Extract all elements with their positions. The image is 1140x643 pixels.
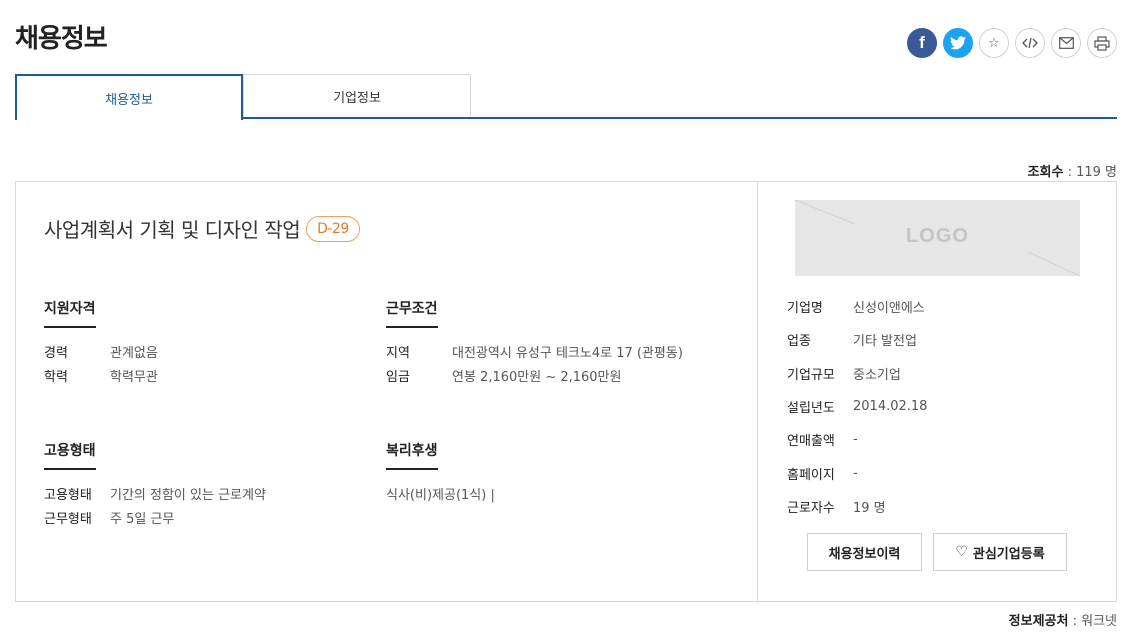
view-count-value: : 119 명	[1063, 165, 1117, 180]
row-key: 홈페이지	[787, 467, 835, 483]
facebook-icon[interactable]: f	[907, 28, 937, 58]
employment-section: 고용형태 고용형태 기간의 정함이 있는 근로계약 근무형태 주 5일 근무	[44, 440, 266, 532]
welfare-value: 식사(비)제공(1식) |	[386, 484, 495, 508]
page-title: 채용정보	[15, 24, 108, 54]
tab-bar: 채용정보 기업정보	[15, 74, 1117, 120]
job-detail-panel: 사업계획서 기획 및 디자인 작업 D-29 지원자격 경력 관계없음 학력 학력무…	[15, 181, 1117, 602]
row-key: 설립년도	[787, 401, 835, 417]
row-key: 지역	[386, 346, 410, 361]
employment-row: 고용형태 기간의 정함이 있는 근로계약	[44, 484, 266, 508]
row-value: 기간의 정함이 있는 근로계약	[110, 488, 266, 503]
tab-company-info[interactable]: 기업정보	[243, 74, 471, 117]
welfare-section: 복리후생 식사(비)제공(1식) |	[386, 440, 495, 508]
favorite-company-label: 관심기업등록	[972, 546, 1045, 562]
info-provider-value: : 워크넷	[1068, 614, 1117, 629]
company-info-row: 근로자수 19 명	[787, 490, 927, 523]
row-value: -	[853, 432, 858, 448]
row-value: 19 명	[853, 500, 886, 516]
conditions-row: 지역 대전광역시 유성구 테크노4로 17 (관평동)	[386, 342, 683, 366]
favorite-company-button[interactable]: ♡ 관심기업등록	[933, 533, 1067, 571]
conditions-heading: 근무조건	[386, 298, 438, 328]
star-icon[interactable]: ☆	[979, 28, 1009, 58]
tab-job-info[interactable]: 채용정보	[15, 74, 243, 120]
row-key: 연매출액	[787, 434, 835, 450]
heart-icon: ♡	[955, 544, 968, 560]
job-title: 사업계획서 기획 및 디자인 작업 D-29	[44, 214, 360, 243]
job-history-button[interactable]: 채용정보이력	[807, 533, 922, 571]
row-value: 식사(비)제공(1식) |	[386, 488, 495, 503]
job-title-text: 사업계획서 기획 및 디자인 작업	[44, 218, 301, 242]
row-value: 중소기업	[853, 367, 901, 383]
welfare-heading: 복리후생	[386, 440, 438, 470]
qualification-section: 지원자격 경력 관계없음 학력 학력무관	[44, 298, 158, 390]
company-info-row: 기업규모 중소기업	[787, 357, 927, 390]
company-info-row: 업종 기타 발전업	[787, 323, 927, 356]
row-value: 신성이앤에스	[853, 301, 925, 317]
twitter-icon[interactable]	[943, 28, 973, 58]
row-value: 주 5일 근무	[110, 512, 175, 527]
row-value: 학력무관	[110, 370, 158, 385]
print-icon[interactable]	[1087, 28, 1117, 58]
embed-icon[interactable]	[1015, 28, 1045, 58]
row-value: 관계없음	[110, 346, 158, 361]
dday-badge: D-29	[306, 215, 360, 242]
row-value: 대전광역시 유성구 테크노4로 17 (관평동)	[452, 346, 683, 361]
company-info-row: 기업명 신성이앤에스	[787, 290, 927, 323]
view-count-label: 조회수	[1027, 165, 1064, 180]
view-count: 조회수 : 119 명	[1028, 161, 1117, 180]
row-key: 근무형태	[44, 512, 92, 527]
row-key: 기업규모	[787, 367, 835, 383]
info-provider: 정보제공처 : 워크넷	[1009, 610, 1117, 629]
row-key: 임금	[386, 370, 410, 385]
conditions-section: 근무조건 지역 대전광역시 유성구 테크노4로 17 (관평동) 임금 연봉 2,1…	[386, 298, 683, 390]
row-value: 기타 발전업	[853, 334, 917, 350]
company-info-row: 홈페이지 -	[787, 456, 927, 489]
row-key: 근로자수	[787, 500, 835, 516]
employment-heading: 고용형태	[44, 440, 96, 470]
company-info-list: 기업명 신성이앤에스 업종 기타 발전업 기업규모 중소기업 설립년도 2014.02.…	[787, 290, 927, 523]
company-logo: LOGO	[795, 200, 1080, 276]
row-value: 2014.02.18	[853, 399, 928, 415]
conditions-row: 임금 연봉 2,160만원 ~ 2,160만원	[386, 366, 683, 390]
row-value: -	[853, 465, 858, 481]
row-key: 고용형태	[44, 488, 92, 503]
company-summary: LOGO 기업명 신성이앤에스 업종 기타 발전업 기업규모 중소기업 설립년도 201…	[757, 182, 1117, 601]
row-key: 경력	[44, 346, 68, 361]
row-value: 연봉 2,160만원 ~ 2,160만원	[452, 370, 622, 385]
row-key: 업종	[787, 334, 811, 350]
share-toolbar: f ☆	[907, 28, 1117, 58]
qualification-heading: 지원자격	[44, 298, 96, 328]
logo-placeholder-text: LOGO	[906, 225, 969, 247]
company-info-row: 설립년도 2014.02.18	[787, 390, 927, 423]
employment-row: 근무형태 주 5일 근무	[44, 508, 266, 532]
row-key: 학력	[44, 370, 68, 385]
company-actions: 채용정보이력 ♡ 관심기업등록	[807, 533, 1067, 571]
qualification-row: 학력 학력무관	[44, 366, 158, 390]
mail-icon[interactable]	[1051, 28, 1081, 58]
qualification-row: 경력 관계없음	[44, 342, 158, 366]
job-summary: 사업계획서 기획 및 디자인 작업 D-29 지원자격 경력 관계없음 학력 학력무…	[16, 182, 757, 601]
row-key: 기업명	[787, 301, 823, 317]
info-provider-label: 정보제공처	[1008, 614, 1069, 629]
company-info-row: 연매출액 -	[787, 423, 927, 456]
